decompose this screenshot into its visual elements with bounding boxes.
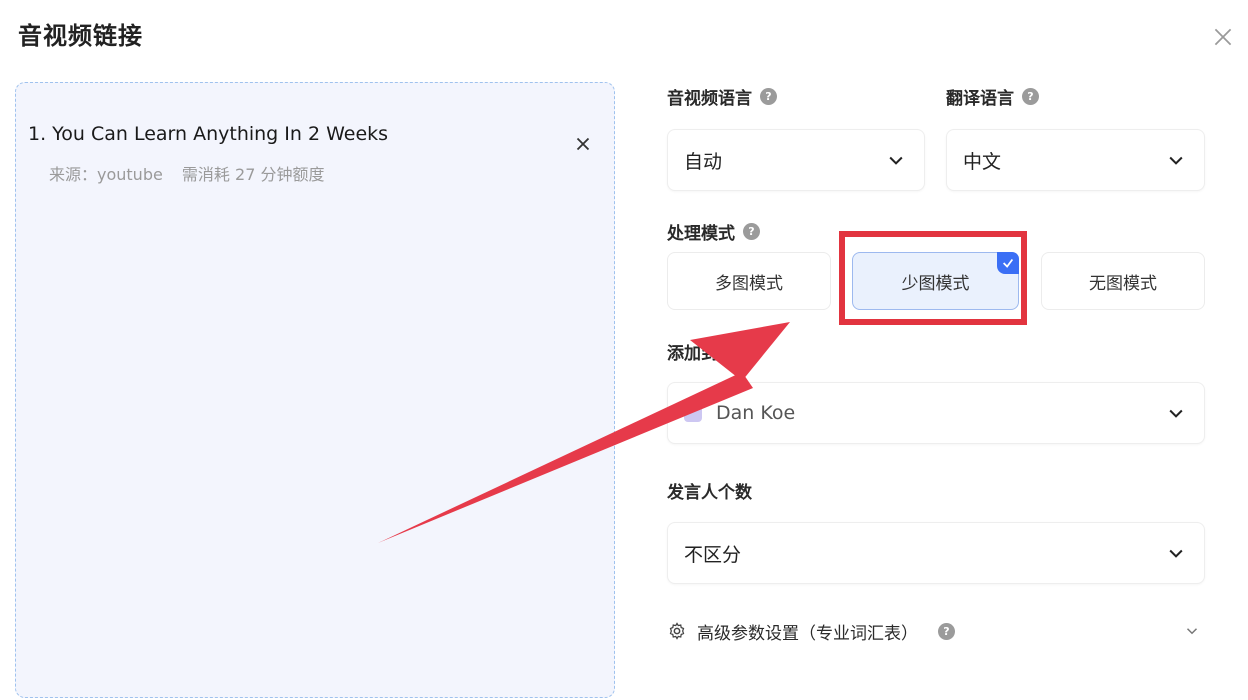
mode-option-few-image[interactable]: 少图模式 <box>852 252 1019 310</box>
link-cost: 需消耗 27 分钟额度 <box>181 165 325 184</box>
chevron-down-icon <box>1166 150 1186 170</box>
mode-label: 处理模式 ? <box>667 219 760 244</box>
translate-language-label: 翻译语言 ? <box>946 84 1039 109</box>
media-language-label: 音视频语言 ? <box>667 84 777 109</box>
checkmark-icon <box>997 252 1019 274</box>
add-to-select[interactable]: Dan Koe <box>667 382 1205 444</box>
help-icon[interactable]: ? <box>938 622 955 640</box>
speakers-select[interactable]: 不区分 <box>667 522 1205 584</box>
folder-icon <box>684 404 702 422</box>
translate-language-select[interactable]: 中文 <box>946 129 1205 191</box>
add-to-label: 添加到 <box>667 344 718 364</box>
chevron-down-icon <box>1166 543 1186 563</box>
chevron-down-icon <box>1183 622 1201 640</box>
mode-option-multi-image[interactable]: 多图模式 <box>667 252 831 310</box>
remove-link-icon[interactable] <box>572 133 594 155</box>
speakers-label: 发言人个数 <box>667 483 752 503</box>
advanced-settings-toggle[interactable]: 高级参数设置（专业词汇表） ? <box>667 618 1207 644</box>
chevron-down-icon <box>1166 403 1186 423</box>
link-source: 来源：youtube <box>49 165 163 184</box>
help-icon[interactable]: ? <box>743 223 760 240</box>
link-item-meta: 来源：youtube 需消耗 27 分钟额度 <box>49 161 338 185</box>
gear-icon <box>667 621 687 641</box>
help-icon[interactable]: ? <box>1022 88 1039 105</box>
dialog-title: 音视频链接 <box>18 22 143 50</box>
help-icon[interactable]: ? <box>760 88 777 105</box>
chevron-down-icon <box>886 150 906 170</box>
link-item-title: 1. You Can Learn Anything In 2 Weeks <box>28 123 389 145</box>
close-icon[interactable] <box>1210 24 1236 50</box>
mode-option-no-image[interactable]: 无图模式 <box>1041 252 1205 310</box>
link-list-panel: 1. You Can Learn Anything In 2 Weeks 来源：… <box>15 82 615 698</box>
media-language-select[interactable]: 自动 <box>667 129 925 191</box>
